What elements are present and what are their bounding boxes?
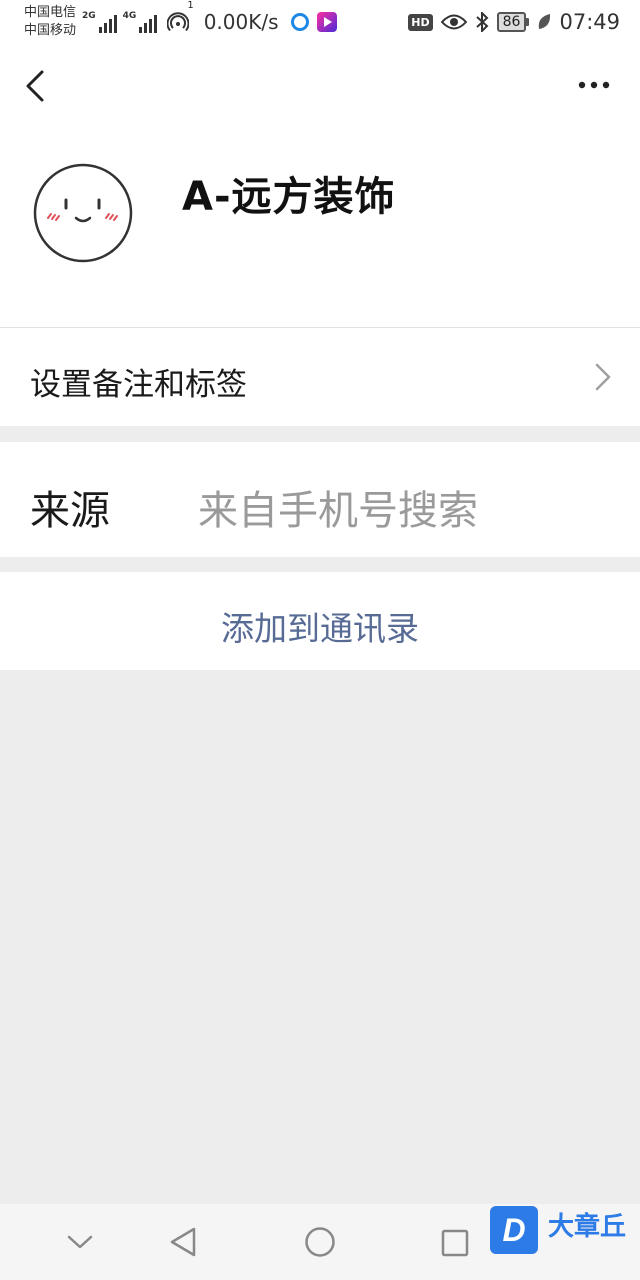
profile-name: A-远方装饰 bbox=[182, 174, 396, 220]
nav-header bbox=[0, 44, 640, 128]
video-app-icon bbox=[316, 12, 337, 32]
source-key: 来源 bbox=[30, 488, 110, 534]
add-to-contacts-label: 添加到通讯录 bbox=[221, 609, 419, 648]
hotspot-icon bbox=[167, 12, 190, 32]
eye-icon bbox=[440, 14, 467, 30]
carrier-2: 中国移动 bbox=[24, 23, 77, 38]
clock: 07:49 bbox=[559, 10, 620, 34]
back-triangle-icon[interactable] bbox=[168, 1226, 198, 1258]
carrier-1: 中国电信 bbox=[24, 5, 77, 20]
hd-badge: HD bbox=[408, 13, 433, 31]
bluetooth-icon bbox=[475, 12, 489, 32]
set-remark-row[interactable]: 设置备注和标签 bbox=[0, 328, 640, 426]
chevron-right-icon bbox=[595, 363, 611, 391]
source-row: 来源 来自手机号搜索 bbox=[0, 442, 640, 557]
more-icon[interactable] bbox=[574, 72, 614, 98]
watermark-text: 大章丘 bbox=[548, 1212, 627, 1242]
add-to-contacts-button[interactable]: 添加到通讯录 bbox=[0, 572, 640, 670]
chevron-down-icon[interactable] bbox=[66, 1232, 94, 1252]
watermark-logo: D bbox=[490, 1206, 538, 1254]
avatar[interactable] bbox=[32, 162, 134, 264]
battery-icon: 86 bbox=[496, 12, 530, 32]
signal-2-icon: 4G bbox=[123, 11, 158, 33]
carrier-names: 中国电信 中国移动 bbox=[24, 4, 76, 40]
leaf-icon bbox=[539, 14, 551, 29]
battery-level: 86 bbox=[496, 12, 527, 32]
source-value: 来自手机号搜索 bbox=[198, 488, 478, 534]
home-circle-icon[interactable] bbox=[304, 1226, 336, 1258]
status-bar: 中国电信 中国移动 2G 4G 1 0.00K/s HD 86 07:49 bbox=[0, 0, 640, 44]
profile-card: A-远方装饰 bbox=[0, 128, 640, 327]
browser-app-icon bbox=[290, 13, 309, 31]
recents-square-icon[interactable] bbox=[440, 1228, 470, 1258]
watermark: D 大章丘 bbox=[490, 1206, 640, 1268]
signal-1-icon: 2G bbox=[82, 11, 117, 33]
back-button[interactable] bbox=[18, 64, 58, 108]
hotspot-count: 1 bbox=[187, 0, 194, 11]
network-speed: 0.00K/s bbox=[203, 10, 279, 34]
set-remark-label: 设置备注和标签 bbox=[30, 367, 247, 403]
